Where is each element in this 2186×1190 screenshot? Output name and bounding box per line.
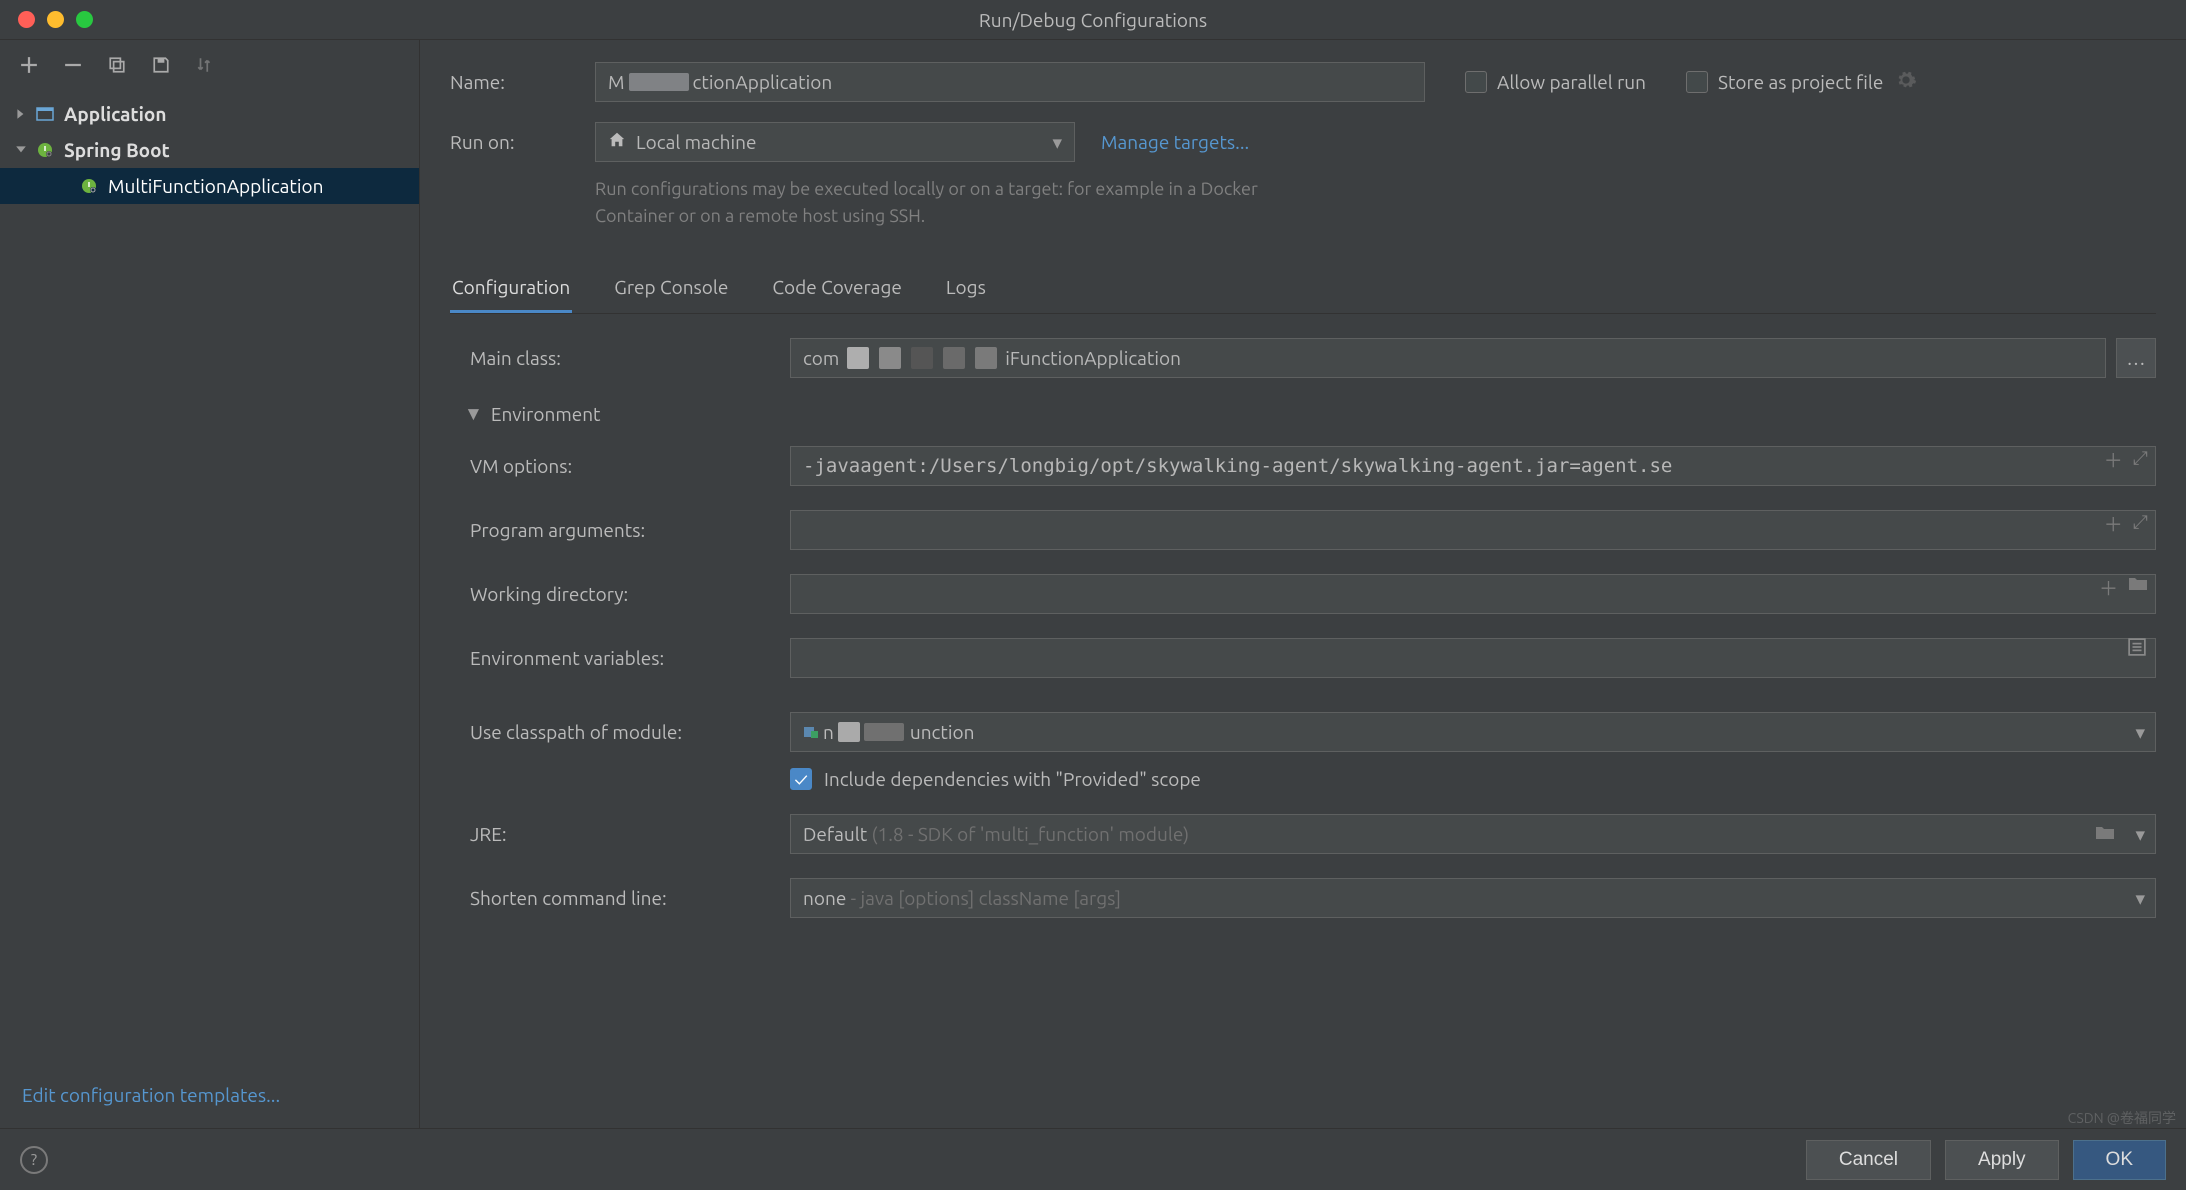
- minimize-window-button[interactable]: [47, 11, 64, 28]
- watermark: CSDN @卷福同学: [2068, 1108, 2176, 1128]
- titlebar: Run/Debug Configurations: [0, 0, 2186, 40]
- expand-icon[interactable]: ⤢: [2133, 510, 2148, 537]
- store-project-checkbox[interactable]: [1686, 71, 1708, 93]
- window-controls: [0, 11, 93, 28]
- name-input[interactable]: M ctionApplication: [595, 62, 1425, 102]
- list-icon[interactable]: [2128, 638, 2146, 660]
- main-class-label: Main class:: [470, 347, 790, 369]
- folder-icon[interactable]: [2095, 823, 2115, 845]
- chevron-down-icon: ▾: [2135, 887, 2145, 910]
- plus-icon[interactable]: ＋: [2099, 574, 2118, 601]
- program-args-label: Program arguments:: [470, 519, 790, 541]
- triangle-down-icon: ▼: [464, 402, 483, 426]
- jre-label: JRE:: [470, 823, 790, 845]
- sidebar: Application Spring Boot MultiFunctionApp…: [0, 40, 420, 1128]
- working-dir-label: Working directory:: [470, 583, 790, 605]
- home-icon: [608, 131, 626, 153]
- tree-node-label: MultiFunctionApplication: [108, 175, 323, 197]
- store-project-label: Store as project file: [1718, 71, 1883, 93]
- env-vars-label: Environment variables:: [470, 647, 790, 669]
- spring-boot-icon: [80, 177, 100, 195]
- chevron-down-icon: ▾: [2135, 721, 2145, 744]
- run-on-help-text: Run configurations may be executed local…: [595, 176, 1295, 230]
- allow-parallel-checkbox[interactable]: [1465, 71, 1487, 93]
- redacted-text: [629, 73, 689, 91]
- edit-templates-link[interactable]: Edit configuration templates...: [22, 1084, 280, 1106]
- remove-config-button[interactable]: [62, 54, 84, 76]
- save-config-button[interactable]: [150, 54, 172, 76]
- tree-node-multifunction[interactable]: MultiFunctionApplication: [0, 168, 419, 204]
- vm-options-label: VM options:: [470, 455, 790, 477]
- tab-logs[interactable]: Logs: [944, 266, 988, 313]
- tree-node-spring-boot[interactable]: Spring Boot: [0, 132, 419, 168]
- spring-boot-icon: [36, 141, 56, 159]
- ok-button[interactable]: OK: [2073, 1140, 2166, 1180]
- help-button[interactable]: ?: [20, 1146, 48, 1174]
- expand-icon[interactable]: ⤢: [2133, 446, 2148, 473]
- main-class-input[interactable]: com iFunctionApplication: [790, 338, 2106, 378]
- plus-icon[interactable]: ＋: [2104, 510, 2123, 537]
- tab-grep-console[interactable]: Grep Console: [612, 266, 730, 313]
- chevron-down-icon: ▾: [2135, 823, 2145, 846]
- shorten-label: Shorten command line:: [470, 887, 790, 909]
- sidebar-toolbar: [0, 40, 419, 90]
- cancel-button[interactable]: Cancel: [1806, 1140, 1931, 1180]
- environment-section-header[interactable]: ▼ Environment: [464, 402, 2156, 426]
- apply-button[interactable]: Apply: [1945, 1140, 2059, 1180]
- tree-node-label: Application: [64, 103, 166, 125]
- shorten-combo[interactable]: none - java [options] className [args] ▾: [790, 878, 2156, 918]
- browse-main-class-button[interactable]: …: [2116, 338, 2156, 378]
- classpath-combo[interactable]: n unction ▾: [790, 712, 2156, 752]
- manage-targets-link[interactable]: Manage targets...: [1101, 131, 1249, 153]
- maximize-window-button[interactable]: [76, 11, 93, 28]
- gear-icon[interactable]: [1895, 69, 1917, 95]
- close-window-button[interactable]: [18, 11, 35, 28]
- sort-config-button[interactable]: [194, 54, 216, 76]
- allow-parallel-label: Allow parallel run: [1497, 71, 1646, 93]
- folder-icon[interactable]: [2128, 574, 2148, 601]
- window-title: Run/Debug Configurations: [979, 9, 1207, 31]
- chevron-right-icon: [14, 107, 28, 121]
- chevron-down-icon: ▾: [1052, 131, 1062, 154]
- copy-config-button[interactable]: [106, 54, 128, 76]
- content-panel: Name: M ctionApplication Allow parallel …: [420, 40, 2186, 1128]
- tabs: Configuration Grep Console Code Coverage…: [450, 266, 2156, 314]
- classpath-label: Use classpath of module:: [470, 721, 790, 743]
- chevron-down-icon: [14, 143, 28, 157]
- env-vars-input[interactable]: [790, 638, 2156, 678]
- tab-code-coverage[interactable]: Code Coverage: [770, 266, 904, 313]
- include-provided-checkbox[interactable]: ✓: [790, 768, 812, 790]
- application-icon: [36, 105, 56, 123]
- config-tree: Application Spring Boot MultiFunctionApp…: [0, 90, 419, 204]
- tree-node-label: Spring Boot: [64, 139, 170, 161]
- module-icon: [803, 724, 823, 740]
- run-on-combo[interactable]: Local machine ▾: [595, 122, 1075, 162]
- jre-combo[interactable]: Default (1.8 - SDK of 'multi_function' m…: [790, 814, 2156, 854]
- working-dir-input[interactable]: [790, 574, 2156, 614]
- include-provided-label: Include dependencies with "Provided" sco…: [824, 768, 1201, 790]
- add-config-button[interactable]: [18, 54, 40, 76]
- tree-node-application[interactable]: Application: [0, 96, 419, 132]
- vm-options-input[interactable]: [790, 446, 2156, 486]
- name-label: Name:: [450, 71, 595, 93]
- program-args-input[interactable]: [790, 510, 2156, 550]
- run-on-label: Run on:: [450, 131, 595, 153]
- tab-configuration[interactable]: Configuration: [450, 266, 572, 313]
- plus-icon[interactable]: ＋: [2104, 446, 2123, 473]
- dialog-footer: ? Cancel Apply OK: [0, 1128, 2186, 1190]
